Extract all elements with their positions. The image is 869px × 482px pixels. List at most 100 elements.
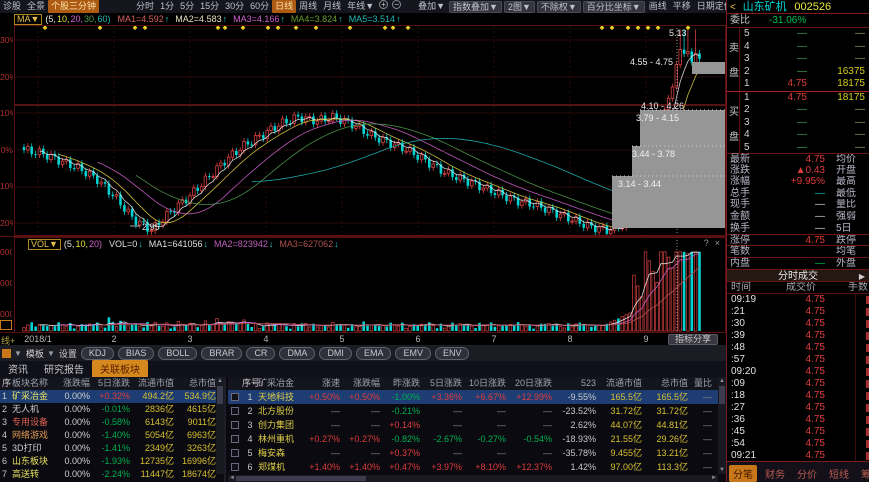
scroll-thumb[interactable] xyxy=(719,386,725,404)
scrollbar[interactable]: ▲ xyxy=(216,377,224,474)
trade-row[interactable]: :484.75 xyxy=(727,342,869,354)
period-button[interactable]: 分时 xyxy=(133,0,157,13)
zoom-out-button[interactable]: − xyxy=(392,0,401,9)
order-row[interactable]: 14.7518175 xyxy=(741,78,869,91)
indicator-pill[interactable]: CR xyxy=(246,347,275,360)
horizontal-scrollbar[interactable]: ◄► xyxy=(228,475,718,482)
checkbox[interactable] xyxy=(228,460,242,474)
checkbox[interactable] xyxy=(228,446,242,460)
toolbar-button[interactable]: 诊股 xyxy=(0,0,24,13)
vol-selector[interactable]: VOL▼ xyxy=(28,239,61,250)
toolbar-button[interactable]: 平移 xyxy=(670,0,694,13)
order-row[interactable]: 3—— xyxy=(741,117,869,130)
scroll-down-icon[interactable]: ▼ xyxy=(718,466,726,474)
indicator-pill[interactable]: DMA xyxy=(279,347,315,360)
close-icon[interactable]: × xyxy=(715,238,720,248)
period-button[interactable]: 60分 xyxy=(247,0,272,13)
indicator-pill[interactable]: BOLL xyxy=(158,347,197,360)
trade-row[interactable]: :364.75 xyxy=(727,414,869,426)
indicator-pill[interactable]: BRAR xyxy=(201,347,242,360)
toolbar-button[interactable]: 画线 xyxy=(646,0,670,13)
trade-row[interactable]: 09:194.75 xyxy=(727,294,869,306)
chevron-down-icon[interactable]: ▼ xyxy=(47,349,55,358)
template-dropdown[interactable]: 模板 xyxy=(26,347,44,360)
trade-row[interactable]: :094.75 xyxy=(727,378,869,390)
toolbar-button[interactable]: 叠加▼ xyxy=(415,0,448,13)
preset-icon[interactable] xyxy=(2,349,11,358)
table-row[interactable]: 2无人机0.00%-0.01%2836亿4615亿 xyxy=(0,403,224,416)
table-row[interactable]: 2北方股份——-0.21%———-23.52%31.72亿31.72亿— xyxy=(228,404,726,418)
table-row[interactable]: 3专用设备0.00%-0.58%6143亿9011亿 xyxy=(0,416,224,429)
trade-row[interactable]: :574.75 xyxy=(727,354,869,366)
toolbar-button[interactable]: 2图▼ xyxy=(504,1,535,13)
trade-row[interactable]: :544.75 xyxy=(727,438,869,450)
order-row[interactable]: 4—— xyxy=(741,41,869,54)
table-row[interactable]: 1天地科技+0.50%+0.50%-1.00%+3.36%+6.67%+12.9… xyxy=(228,390,726,404)
quote-tab[interactable]: 筹码 xyxy=(857,465,869,482)
order-row[interactable]: 5—— xyxy=(741,142,869,155)
info-tab[interactable]: 关联板块 xyxy=(92,360,148,377)
table-row[interactable]: 1矿采冶金0.00%+0.32%494.2亿534.9亿 xyxy=(0,390,224,403)
checkbox[interactable] xyxy=(228,418,242,432)
table-row[interactable]: 4林州重机+0.27%+0.27%-0.82%-2.67%-0.27%-0.54… xyxy=(228,432,726,446)
trade-row[interactable]: :394.75 xyxy=(727,330,869,342)
table-row[interactable]: 4网络游戏0.00%-1.40%5054亿6963亿 xyxy=(0,429,224,442)
period-button[interactable]: 15分 xyxy=(197,0,222,13)
volume-chart[interactable] xyxy=(14,237,726,333)
checkbox[interactable] xyxy=(228,404,242,418)
order-row[interactable]: 4—— xyxy=(741,129,869,142)
indicator-pill[interactable]: BIAS xyxy=(118,347,155,360)
chevron-down-icon[interactable]: ▼ xyxy=(14,349,22,358)
scroll-thumb[interactable] xyxy=(236,476,366,481)
info-tab[interactable]: 资讯 xyxy=(0,360,36,377)
toolbar-button[interactable]: 不除权▼ xyxy=(537,1,581,13)
period-button[interactable]: 5分 xyxy=(177,0,197,13)
order-row[interactable]: 3—— xyxy=(741,53,869,66)
trade-row[interactable]: :304.75 xyxy=(727,318,869,330)
checkbox[interactable] xyxy=(228,432,242,446)
table-row[interactable]: 5梅安森——+0.37%———-35.78%9.455亿13.21亿— xyxy=(228,446,726,460)
indicator-pill[interactable]: DMI xyxy=(319,347,352,360)
ma-selector[interactable]: MA▼ xyxy=(14,14,42,25)
indicator-pill[interactable]: ENV xyxy=(435,347,470,360)
period-button[interactable]: 周线 xyxy=(296,0,320,13)
expand-arrow-icon[interactable]: ▶ xyxy=(859,270,865,283)
period-button[interactable]: 1分 xyxy=(157,0,177,13)
period-button[interactable]: 30分 xyxy=(222,0,247,13)
quote-tab[interactable]: 短线 xyxy=(825,465,853,482)
order-row[interactable]: 2—16375 xyxy=(741,66,869,79)
scroll-left-icon[interactable]: ◄ xyxy=(229,475,235,482)
trade-row[interactable]: :274.75 xyxy=(727,402,869,414)
trade-row[interactable]: :184.75 xyxy=(727,390,869,402)
table-row[interactable]: 7高送转0.00%-2.24%11447亿18674亿 xyxy=(0,468,224,481)
order-row[interactable]: 5—— xyxy=(741,28,869,41)
table-row[interactable]: 3创力集团——+0.14%———2.62%44.07亿44.81亿— xyxy=(228,418,726,432)
order-row[interactable]: 2—— xyxy=(741,104,869,117)
settings-button[interactable]: 设置 xyxy=(59,347,77,360)
trade-row[interactable]: 09:204.75 xyxy=(727,366,869,378)
toolbar-button[interactable]: 指数叠加▼ xyxy=(449,1,502,13)
toolbar-button[interactable]: 个股三分钟 xyxy=(48,0,99,13)
quote-tab[interactable]: 分笔 xyxy=(729,465,757,482)
price-chart-pane[interactable]: 5.134.55 - 4.754.10 - 4.263.79 - 4.153.4… xyxy=(0,25,726,236)
indicator-pill[interactable]: EMA xyxy=(356,347,392,360)
trade-row[interactable]: :454.75 xyxy=(727,426,869,438)
period-button[interactable]: 月线 xyxy=(320,0,344,13)
trades-dropdown[interactable]: 分时成交 ▶ xyxy=(727,269,869,282)
indicator-pill[interactable]: KDJ xyxy=(81,347,114,360)
toolbar-button[interactable]: 全景 xyxy=(24,0,48,13)
quote-tab[interactable]: 分价 xyxy=(793,465,821,482)
help-icon[interactable]: ? xyxy=(704,238,709,248)
trade-row[interactable]: :214.75 xyxy=(727,306,869,318)
scrollbar[interactable]: ▲▼ xyxy=(718,377,726,474)
indicator-pill[interactable]: EMV xyxy=(395,347,431,360)
scroll-up-icon[interactable]: ▲ xyxy=(718,377,726,385)
scroll-thumb[interactable] xyxy=(217,386,223,404)
zoom-in-button[interactable]: + xyxy=(379,0,388,9)
candlestick-chart[interactable]: 5.134.55 - 4.754.10 - 4.263.79 - 4.153.4… xyxy=(14,25,726,236)
trades-list[interactable]: 09:194.75:214.75:304.75:394.75:484.75:57… xyxy=(727,294,869,462)
scroll-up-icon[interactable]: ▲ xyxy=(216,377,224,385)
table-row[interactable]: 6郑煤机+1.40%+1.40%+0.47%+3.97%+8.10%+12.37… xyxy=(228,460,726,474)
indicator-share-button[interactable]: 指标分享 xyxy=(668,334,718,345)
toolbar-button[interactable]: 日期定位 xyxy=(694,0,726,13)
